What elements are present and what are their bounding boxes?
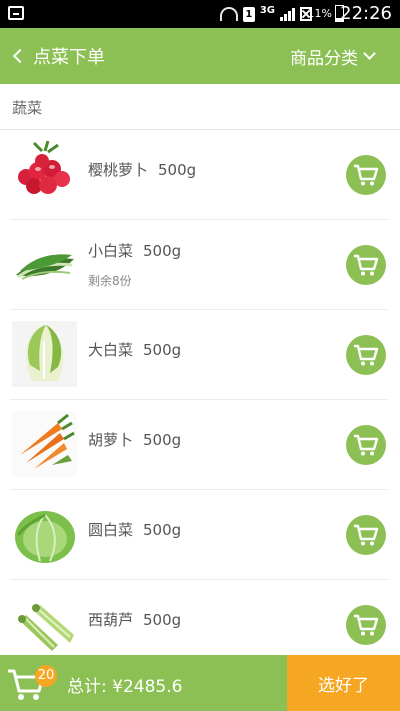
list-item: 胡萝卜 500g [10,400,388,490]
category-label: 商品分类 [290,48,358,69]
cart-icon [354,164,379,186]
cart-icon [354,344,379,366]
add-to-cart-button[interactable] [346,335,386,375]
cart-icon [354,254,379,276]
product-weight: 500g [143,611,182,629]
list-item: 大白菜 500g [10,310,388,400]
product-name: 小白菜 [88,242,134,260]
add-to-cart-button[interactable] [346,155,386,195]
wifi-icon [219,7,238,21]
add-to-cart-button[interactable] [346,515,386,555]
product-name: 樱桃萝卜 [88,161,149,179]
done-button[interactable]: 选好了 [287,655,400,711]
stock-remaining: 剩余8份 [88,274,132,288]
clock: 22:26 [340,3,392,24]
status-bar: 1 3G 11% 22:26 [0,0,400,28]
product-weight: 500g [143,242,182,260]
status-icons: 1 3G [219,5,312,22]
product-weight: 500g [143,431,182,449]
product-name: 西葫芦 [88,611,134,629]
product-name: 圆白菜 [88,521,134,539]
screenshot-icon [8,6,24,20]
sim-icon: 1 [242,6,255,22]
list-item: 圆白菜 500g [10,490,388,580]
product-weight: 500g [158,161,197,179]
product-weight: 500g [143,341,182,359]
add-to-cart-button[interactable] [346,245,386,285]
product-image-napa-cabbage [12,321,77,387]
product-name: 胡萝卜 [88,431,134,449]
category-dropdown[interactable]: 商品分类 [290,42,376,70]
product-image-zucchini [12,591,77,655]
product-list[interactable]: 樱桃萝卜 500g 小白菜 500g 剩余8份 大白菜 500g 胡萝卜 500… [0,130,400,655]
product-title: 胡萝卜 500g [88,429,181,450]
list-item: 樱桃萝卜 500g [10,130,388,220]
cart-icon [354,614,379,636]
product-title: 大白菜 500g [88,339,181,360]
list-item: 西葫芦 500g [10,580,388,655]
product-name: 大白菜 [88,341,134,359]
order-total: 总计: ¥2485.6 [67,677,183,697]
product-title: 圆白菜 500g [88,519,181,540]
chevron-left-icon [12,48,28,64]
cart-icon [354,524,379,546]
header: 点菜下单 商品分类 [0,28,400,84]
add-to-cart-button[interactable] [346,605,386,645]
cart-button[interactable]: 20 [6,663,57,703]
product-title: 西葫芦 500g [88,609,181,630]
chevron-down-icon [363,47,376,60]
network-type: 3G [259,5,275,16]
product-image-radish [12,140,77,207]
cart-count-badge: 20 [35,665,57,687]
product-title: 小白菜 500g [88,240,181,261]
product-image-cabbage [12,501,77,567]
bottom-bar: 20 总计: ¥2485.6 选好了 [0,655,400,711]
add-to-cart-button[interactable] [346,425,386,465]
battery-percent: 11% [307,7,332,20]
section-title: 蔬菜 [0,84,400,130]
back-button[interactable]: 点菜下单 [12,42,105,70]
page-title: 点菜下单 [33,47,105,68]
product-weight: 500g [143,521,182,539]
product-image-bok-choy [12,231,77,297]
product-image-carrot [12,411,77,477]
signal-icon [280,7,295,21]
list-item: 小白菜 500g 剩余8份 [10,220,388,310]
product-title: 樱桃萝卜 500g [88,159,196,180]
cart-icon [354,434,379,456]
